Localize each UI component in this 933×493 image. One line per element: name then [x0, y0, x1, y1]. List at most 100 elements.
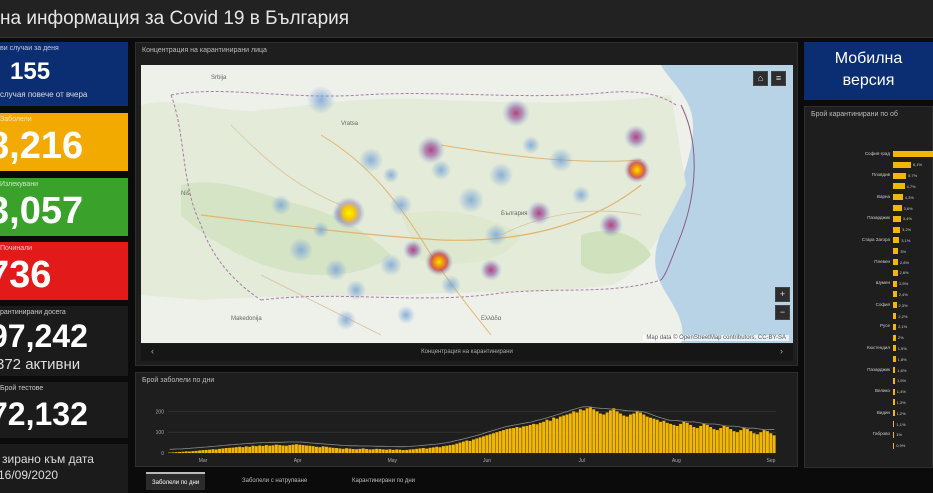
daily-bar[interactable]: [508, 428, 512, 453]
daily-bar[interactable]: [745, 429, 749, 453]
daily-bar[interactable]: [629, 414, 632, 453]
daily-bar[interactable]: [465, 440, 469, 453]
daily-bar[interactable]: [592, 409, 596, 453]
daily-bar[interactable]: [612, 408, 616, 453]
daily-bar[interactable]: [231, 447, 235, 453]
daily-bar[interactable]: [622, 415, 626, 453]
daily-bar[interactable]: [632, 413, 636, 453]
daily-bar[interactable]: [335, 448, 338, 453]
daily-bar[interactable]: [218, 448, 222, 453]
daily-bar[interactable]: [692, 427, 696, 453]
daily-bar[interactable]: [608, 410, 612, 453]
daily-bar[interactable]: [401, 450, 405, 453]
daily-bar[interactable]: [241, 447, 245, 453]
tests-card[interactable]: Брой тестове 72,132: [0, 382, 128, 438]
daily-bar[interactable]: [625, 416, 629, 453]
daily-bar[interactable]: [669, 423, 673, 453]
daily-bar[interactable]: [495, 432, 499, 453]
daily-bar[interactable]: [652, 418, 656, 453]
heatmap-map[interactable]: Srbija Niš Vratsa България Makedonija Ελ…: [141, 65, 793, 343]
region-bar[interactable]: [893, 226, 900, 233]
daily-bar[interactable]: [351, 449, 355, 453]
daily-bar[interactable]: [381, 449, 385, 453]
daily-bar[interactable]: [365, 449, 369, 453]
daily-bar[interactable]: [341, 448, 345, 453]
daily-bar[interactable]: [435, 446, 439, 453]
daily-bar[interactable]: [679, 423, 683, 453]
region-bar[interactable]: [893, 302, 897, 309]
daily-bar[interactable]: [201, 450, 205, 453]
region-bar[interactable]: [893, 205, 902, 211]
daily-bar[interactable]: [545, 419, 549, 453]
daily-bar[interactable]: [645, 416, 649, 453]
daily-bar[interactable]: [425, 448, 429, 453]
daily-bar[interactable]: [572, 411, 576, 453]
daily-bar[interactable]: [605, 412, 609, 453]
daily-bar[interactable]: [408, 449, 412, 453]
daily-bar[interactable]: [732, 431, 736, 453]
daily-bar[interactable]: [294, 444, 298, 453]
home-icon[interactable]: ⌂: [753, 71, 768, 86]
daily-bar[interactable]: [378, 449, 382, 453]
daily-bar[interactable]: [171, 452, 175, 453]
new-cases-card[interactable]: ви случаи за деня 155 случая повече от в…: [0, 42, 128, 106]
daily-bar[interactable]: [248, 446, 252, 453]
daily-bar[interactable]: [518, 427, 522, 453]
daily-bar[interactable]: [288, 445, 292, 453]
daily-bar[interactable]: [635, 411, 639, 453]
daily-bar[interactable]: [578, 409, 582, 453]
daily-bar[interactable]: [371, 449, 375, 453]
daily-bar[interactable]: [238, 446, 242, 453]
daily-bar[interactable]: [468, 440, 472, 453]
daily-bar[interactable]: [515, 427, 519, 453]
daily-bar[interactable]: [385, 449, 389, 453]
daily-bar[interactable]: [258, 445, 262, 453]
mobile-version-button[interactable]: Мобилна версия: [804, 42, 933, 100]
daily-bar[interactable]: [709, 427, 713, 453]
region-bar[interactable]: [893, 410, 895, 417]
recovered-card[interactable]: Излекувани 3,057: [0, 178, 128, 236]
daily-bar[interactable]: [472, 439, 475, 453]
daily-bar[interactable]: [642, 414, 646, 453]
daily-bar[interactable]: [742, 428, 746, 453]
daily-bar[interactable]: [552, 417, 556, 453]
daily-bar[interactable]: [178, 451, 181, 453]
daily-bar[interactable]: [204, 449, 208, 453]
daily-bar[interactable]: [769, 433, 773, 453]
daily-bar[interactable]: [532, 423, 536, 453]
daily-bar[interactable]: [702, 423, 706, 453]
daily-bar[interactable]: [488, 434, 492, 453]
daily-bar[interactable]: [562, 415, 566, 453]
region-bar[interactable]: [893, 291, 897, 298]
daily-bar[interactable]: [655, 419, 659, 453]
daily-bar[interactable]: [208, 449, 212, 453]
daily-bar[interactable]: [348, 448, 352, 453]
daily-bar[interactable]: [715, 430, 719, 453]
daily-bar[interactable]: [368, 449, 372, 453]
daily-bar[interactable]: [512, 428, 516, 453]
region-bar[interactable]: [893, 323, 897, 330]
daily-bar[interactable]: [375, 448, 379, 453]
daily-bar[interactable]: [174, 452, 178, 453]
region-bar[interactable]: [893, 248, 899, 255]
daily-bar[interactable]: [194, 450, 198, 453]
daily-bar[interactable]: [535, 424, 539, 453]
zoom-in-button[interactable]: +: [775, 287, 790, 302]
daily-bar[interactable]: [308, 445, 312, 453]
region-bar[interactable]: [893, 237, 900, 244]
region-bar[interactable]: [893, 367, 896, 373]
daily-bar[interactable]: [264, 445, 268, 453]
next-arrow-icon[interactable]: ›: [780, 346, 783, 356]
region-bar[interactable]: [893, 280, 898, 287]
daily-bar[interactable]: [575, 412, 579, 453]
daily-bar[interactable]: [181, 451, 185, 453]
region-bar[interactable]: [893, 345, 896, 352]
region-bar[interactable]: [893, 399, 895, 406]
quarantined-card[interactable]: рантинирани досега 97,242 372 активни: [0, 306, 128, 376]
daily-bar[interactable]: [455, 443, 459, 453]
daily-bar[interactable]: [411, 449, 415, 453]
daily-bar[interactable]: [228, 447, 232, 453]
daily-bar[interactable]: [395, 449, 399, 453]
daily-bar[interactable]: [318, 447, 322, 453]
daily-bar[interactable]: [224, 448, 228, 453]
